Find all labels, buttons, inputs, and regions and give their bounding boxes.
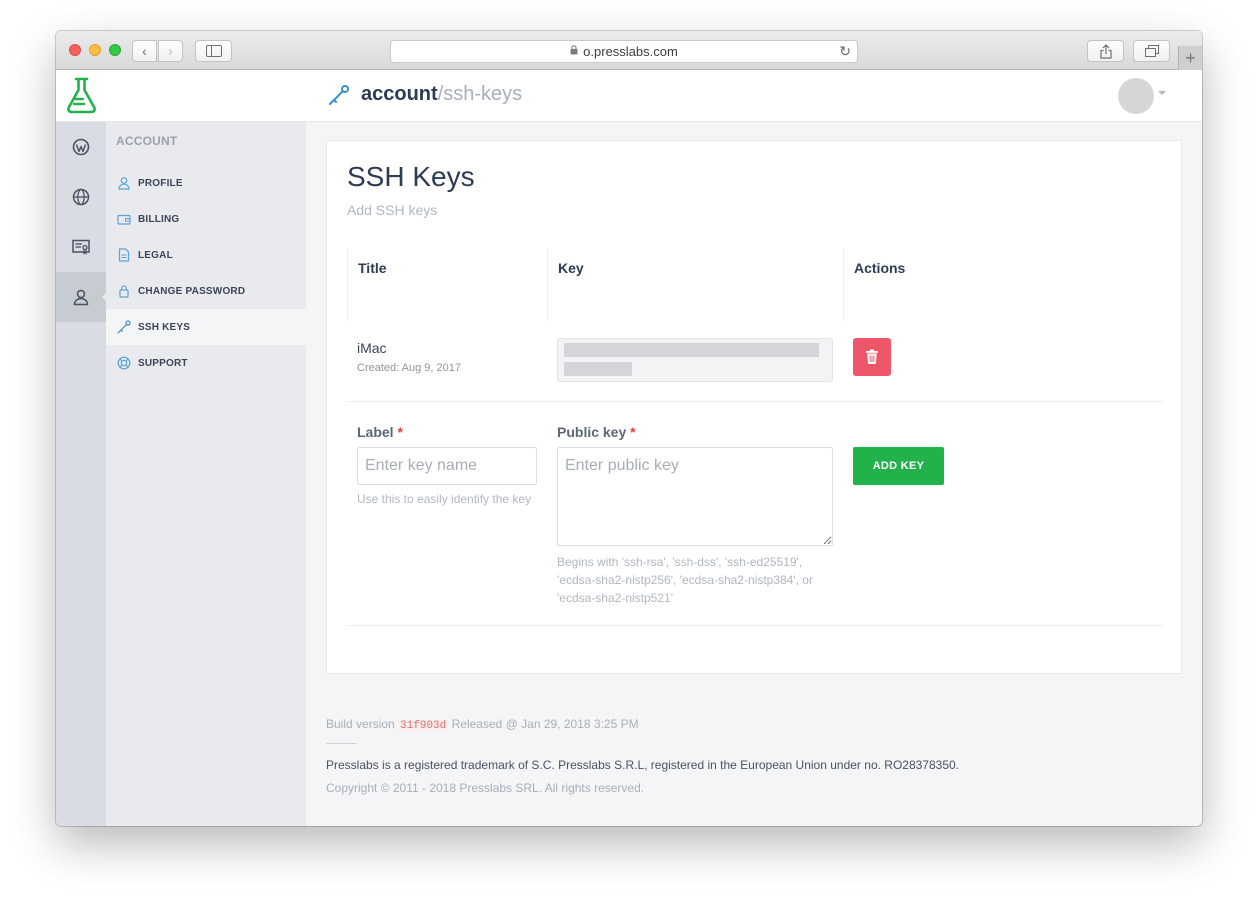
globe-icon [72, 188, 90, 206]
required-marker: * [397, 424, 403, 440]
sidebar-item-label: SUPPORT [138, 357, 188, 369]
required-marker: * [630, 424, 636, 440]
document-icon [117, 248, 131, 262]
chevron-right-icon: › [168, 43, 173, 59]
lifebuoy-icon [117, 356, 131, 370]
show-tabs-button[interactable] [1133, 40, 1170, 62]
sidebar-item-ssh-keys[interactable]: SSH KEYS [106, 309, 306, 345]
back-button[interactable]: ‹ [132, 40, 157, 62]
breadcrumb: account/ssh-keys [328, 83, 522, 106]
copyright-notice: Copyright © 2011 - 2018 Presslabs SRL. A… [326, 781, 645, 795]
sidebar-item-profile[interactable]: PROFILE [106, 165, 306, 201]
certificate-icon [72, 239, 90, 255]
public-key-textarea[interactable] [557, 447, 833, 546]
delete-key-button[interactable] [853, 338, 891, 376]
icon-rail [56, 122, 107, 826]
account-sidebar: ACCOUNT PROFILE BILLING LEGAL CHANGE PAS… [106, 122, 306, 826]
key-icon [117, 320, 131, 334]
tabs-icon [1144, 45, 1159, 57]
ssh-keys-card: SSH Keys Add SSH keys Title Key Actions … [326, 140, 1182, 674]
sidebar-item-label: CHANGE PASSWORD [138, 285, 246, 297]
sidebar-item-support[interactable]: SUPPORT [106, 345, 306, 381]
browser-window: ‹ › o.presslabs.com ↻ + account/ssh-keys [56, 31, 1202, 826]
build-info: Build version 31f903d Released @ Jan 29,… [326, 717, 639, 732]
key-icon [329, 84, 349, 105]
user-icon [73, 289, 89, 306]
sidebar-item-label: LEGAL [138, 249, 173, 261]
label-field-hint: Use this to easily identify the key [357, 492, 532, 506]
sidebar-icon [205, 45, 222, 57]
page-subtitle: Add SSH keys [347, 202, 438, 218]
lock-icon [570, 45, 578, 58]
wallet-icon [117, 212, 131, 226]
url-text: o.presslabs.com [583, 44, 678, 59]
rail-item-certificates[interactable] [56, 222, 106, 272]
lock-icon [117, 284, 131, 298]
rail-item-sites[interactable] [56, 122, 106, 172]
share-icon [1099, 43, 1112, 59]
breadcrumb-section[interactable]: account [361, 83, 438, 106]
redacted-key-line [564, 343, 819, 357]
trademark-notice: Presslabs is a registered trademark of S… [326, 758, 960, 772]
public-key-field-hint: Begins with 'ssh-rsa', 'ssh-dss', 'ssh-e… [557, 555, 813, 605]
column-header-actions: Actions [843, 249, 1163, 321]
user-icon [117, 176, 131, 190]
add-key-button[interactable]: ADD KEY [853, 447, 944, 485]
key-label-input[interactable] [357, 447, 537, 485]
share-button[interactable] [1087, 40, 1124, 62]
sidebar-item-billing[interactable]: BILLING [106, 201, 306, 237]
key-created-date: Created: Aug 9, 2017 [357, 362, 461, 374]
sidebar-item-legal[interactable]: LEGAL [106, 237, 306, 273]
chevron-left-icon: ‹ [142, 43, 147, 59]
plus-icon: + [1185, 47, 1196, 68]
build-hash: 31f903d [398, 720, 449, 732]
trash-icon [866, 349, 878, 364]
close-window-button[interactable] [69, 44, 81, 56]
app-header: account/ssh-keys [56, 70, 1202, 122]
forward-button[interactable]: › [158, 40, 183, 62]
key-title: iMac [357, 340, 387, 356]
column-header-title: Title [347, 249, 547, 321]
breadcrumb-page: /ssh-keys [437, 83, 523, 105]
public-key-field-label: Public key * [557, 424, 636, 440]
sidebar-item-label: SSH KEYS [138, 321, 191, 333]
minimize-window-button[interactable] [89, 44, 101, 56]
key-value-box [557, 338, 833, 382]
zoom-window-button[interactable] [109, 44, 121, 56]
rail-item-domains[interactable] [56, 172, 106, 222]
sidebar-item-change-password[interactable]: CHANGE PASSWORD [106, 273, 306, 309]
reload-icon[interactable]: ↻ [839, 43, 851, 60]
redacted-key-line [564, 362, 632, 376]
new-tab-button[interactable]: + [1178, 46, 1202, 70]
column-header-key: Key [547, 249, 843, 321]
sidebar-item-label: PROFILE [138, 177, 183, 189]
presslabs-logo-icon[interactable] [64, 75, 100, 115]
sidebar-item-label: BILLING [138, 213, 180, 225]
sidebar-toggle-button[interactable] [195, 40, 232, 62]
row-divider [347, 401, 1164, 402]
label-field-label: Label * [357, 424, 403, 440]
browser-toolbar: ‹ › o.presslabs.com ↻ + [56, 31, 1202, 70]
rail-item-account[interactable] [56, 272, 107, 322]
page-title: SSH Keys [347, 161, 475, 192]
form-divider [347, 625, 1164, 626]
address-bar[interactable]: o.presslabs.com ↻ [390, 40, 858, 63]
sidebar-heading: ACCOUNT [116, 134, 178, 148]
wordpress-icon [72, 138, 90, 156]
avatar[interactable] [1118, 78, 1154, 114]
chevron-down-icon[interactable] [1158, 91, 1166, 95]
footer-divider [326, 743, 356, 744]
